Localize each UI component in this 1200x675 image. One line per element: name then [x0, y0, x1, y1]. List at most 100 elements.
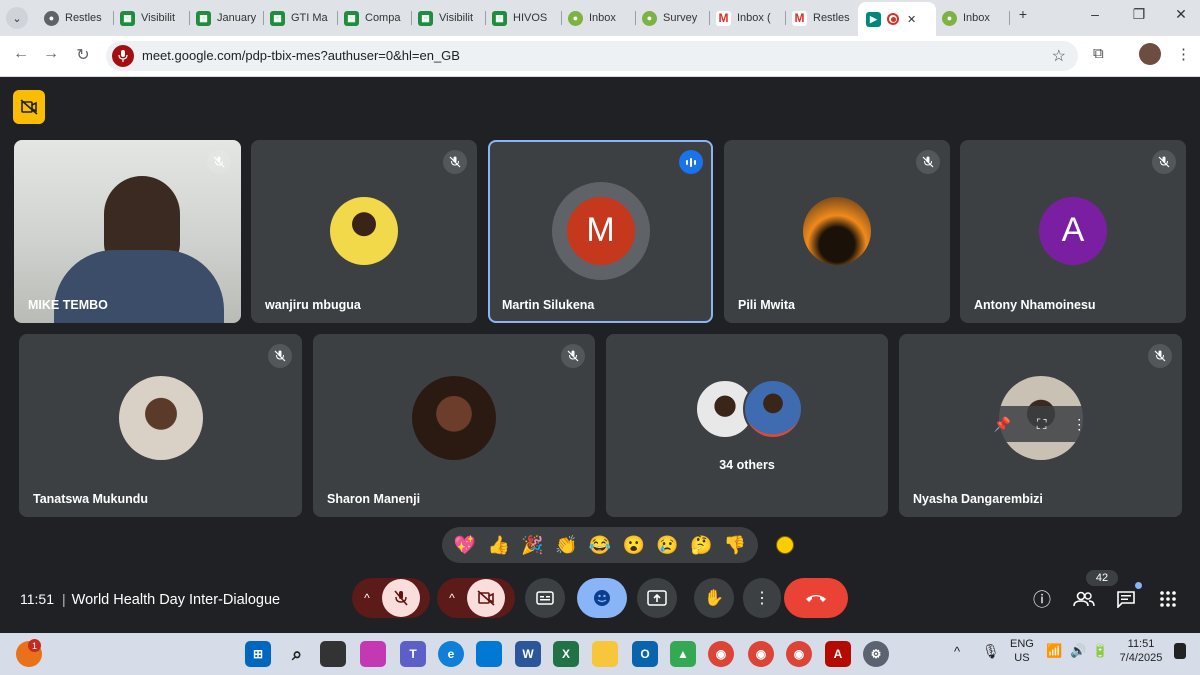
show-hidden-icons-chevron[interactable]: ^	[954, 645, 960, 659]
participant-tile[interactable]: M Martin Silukena	[488, 140, 713, 323]
browser-tab[interactable]: ▦ January	[188, 4, 264, 32]
notifications-icon[interactable]	[1174, 643, 1186, 659]
word-icon[interactable]: W	[515, 641, 541, 667]
raise-hand-button[interactable]: ✋	[694, 578, 734, 618]
tab-label: Survey	[663, 12, 698, 24]
windows-taskbar: 1 ⊞ ⌕ T e W X O ▲ ◉ ◉ ◉ A ⚙ ^ 🎙 ENG US 📶…	[0, 633, 1200, 675]
participant-tile[interactable]: Sharon Manenji	[313, 334, 595, 517]
reaction-emoji[interactable]: 💖	[454, 535, 476, 556]
system-clock[interactable]: 11:51 7/4/2025	[1118, 637, 1164, 665]
participant-tile[interactable]: Tanatswa Mukundu	[19, 334, 302, 517]
search-icon[interactable]: ⌕	[284, 641, 310, 667]
close-window-button[interactable]: ✕	[1166, 6, 1196, 23]
tab-search-button[interactable]: ⌄	[6, 7, 28, 29]
more-options-button[interactable]: ⋮	[743, 578, 781, 618]
tile-more-icon[interactable]: ⋮	[1072, 416, 1086, 433]
self-view-hidden-icon[interactable]	[13, 90, 45, 124]
browser-tab[interactable]: ▦ Compa	[336, 4, 412, 32]
captions-button[interactable]	[525, 578, 565, 618]
muted-mic-icon	[1152, 150, 1176, 174]
task-view-icon[interactable]	[320, 641, 346, 667]
copilot-icon[interactable]	[360, 641, 386, 667]
participant-tile[interactable]: wanjiru mbugua	[251, 140, 477, 323]
browser-tab[interactable]: ▦ GTI Ma	[262, 4, 338, 32]
reload-button[interactable]: ↻	[72, 45, 94, 65]
others-count-label: 34 others	[719, 458, 775, 472]
chrome-profile-2-icon[interactable]: ◉	[786, 641, 812, 667]
pin-icon[interactable]: 📌	[994, 416, 1011, 433]
file-explorer-icon[interactable]	[592, 641, 618, 667]
reaction-emoji[interactable]: 😂	[589, 535, 611, 556]
volume-icon[interactable]: 🔊	[1070, 644, 1086, 658]
browser-tab[interactable]: ● Inbox	[934, 4, 1010, 32]
reaction-emoji[interactable]: 👎	[724, 535, 746, 556]
address-bar[interactable]: meet.google.com/pdp-tbix-mes?authuser=0&…	[106, 41, 1078, 71]
minimize-button[interactable]: –	[1080, 6, 1110, 22]
participant-photo	[330, 196, 398, 265]
browser-tab[interactable]: ● Inbox	[560, 4, 636, 32]
chat-unread-dot	[1135, 582, 1142, 589]
language-indicator[interactable]: ENG US	[1010, 637, 1034, 665]
browser-tab[interactable]: ▦ Visibilit	[410, 4, 486, 32]
outlook-icon[interactable]: O	[632, 641, 658, 667]
teams-icon[interactable]: T	[400, 641, 426, 667]
start-menu-icon[interactable]: ⊞	[245, 641, 271, 667]
reaction-emoji[interactable]: 🤔	[690, 535, 712, 556]
reaction-emoji[interactable]: 😮	[623, 535, 645, 556]
participant-tile[interactable]: MIKE TEMBO	[14, 140, 241, 323]
reaction-emoji[interactable]: 🎉	[521, 535, 543, 556]
wifi-icon[interactable]: 📶	[1046, 644, 1062, 658]
excel-icon[interactable]: X	[553, 641, 579, 667]
restore-button[interactable]: ❐	[1124, 6, 1154, 23]
settings-icon[interactable]: ⚙	[863, 641, 889, 667]
surveycto-icon: ●	[642, 10, 657, 26]
participant-tile[interactable]: 📌 ⛶ ⋮ Nyasha Dangarembizi	[899, 334, 1182, 517]
close-tab-icon[interactable]: ✕	[907, 13, 916, 26]
others-tile[interactable]: 34 others	[606, 334, 888, 517]
reactions-button[interactable]	[577, 578, 627, 618]
participant-tile[interactable]: A Antony Nhamoinesu	[960, 140, 1186, 323]
edge-icon[interactable]: e	[438, 641, 464, 667]
leave-call-button[interactable]	[784, 578, 848, 618]
reaction-emoji[interactable]: 😢	[656, 535, 678, 556]
new-tab-button[interactable]: +	[1008, 6, 1038, 22]
chrome-profile-icon[interactable]: ◉	[748, 641, 774, 667]
muted-mic-icon	[207, 150, 231, 174]
participant-tile[interactable]: Pili Mwita	[724, 140, 950, 323]
tab-label: GTI Ma	[291, 12, 328, 24]
video-settings-chevron-icon[interactable]: ^	[437, 591, 467, 605]
browser-tab[interactable]: ▦ HIVOS	[484, 4, 562, 32]
people-icon[interactable]	[1072, 587, 1096, 611]
browser-menu-icon[interactable]: ⋮	[1176, 45, 1191, 63]
meeting-details-icon[interactable]: ⓘ	[1030, 587, 1054, 611]
mic-in-use-icon[interactable]	[112, 45, 134, 67]
browser-tab[interactable]: ● Restles	[36, 4, 114, 32]
acrobat-icon[interactable]: A	[825, 641, 851, 667]
store-icon[interactable]	[476, 641, 502, 667]
battery-icon[interactable]: 🔋	[1092, 644, 1108, 658]
bookmark-star-icon[interactable]: ☆	[1052, 46, 1066, 66]
present-screen-button[interactable]	[637, 578, 677, 618]
browser-tab[interactable]: ▦ Visibilit	[112, 4, 190, 32]
google-drive-icon[interactable]: ▲	[670, 641, 696, 667]
extensions-icon[interactable]: ⧉	[1093, 45, 1104, 62]
audio-settings-chevron-icon[interactable]: ^	[352, 591, 382, 605]
chrome-icon[interactable]: ◉	[708, 641, 734, 667]
mic-toggle-button[interactable]	[382, 579, 420, 617]
reaction-emoji[interactable]: 👍	[487, 535, 509, 556]
forward-button[interactable]: →	[40, 45, 62, 63]
skin-tone-selector[interactable]	[776, 536, 794, 554]
camera-toggle-button[interactable]	[467, 579, 505, 617]
tile-fullscreen-icon[interactable]: ⛶	[1037, 416, 1047, 433]
browser-tab[interactable]: M Inbox (	[708, 4, 786, 32]
participant-name: MIKE TEMBO	[28, 298, 108, 312]
chat-icon[interactable]	[1114, 582, 1142, 611]
browser-tab[interactable]: ● Survey	[634, 4, 710, 32]
microphone-tray-icon[interactable]: 🎙	[982, 644, 1000, 658]
browser-tab[interactable]: ▶ ✕	[858, 2, 936, 36]
back-button[interactable]: ←	[10, 45, 32, 63]
activities-icon[interactable]	[1156, 587, 1180, 611]
browser-tab[interactable]: M Restles	[784, 4, 860, 32]
profile-avatar[interactable]	[1139, 43, 1161, 65]
reaction-emoji[interactable]: 👏	[555, 535, 577, 556]
